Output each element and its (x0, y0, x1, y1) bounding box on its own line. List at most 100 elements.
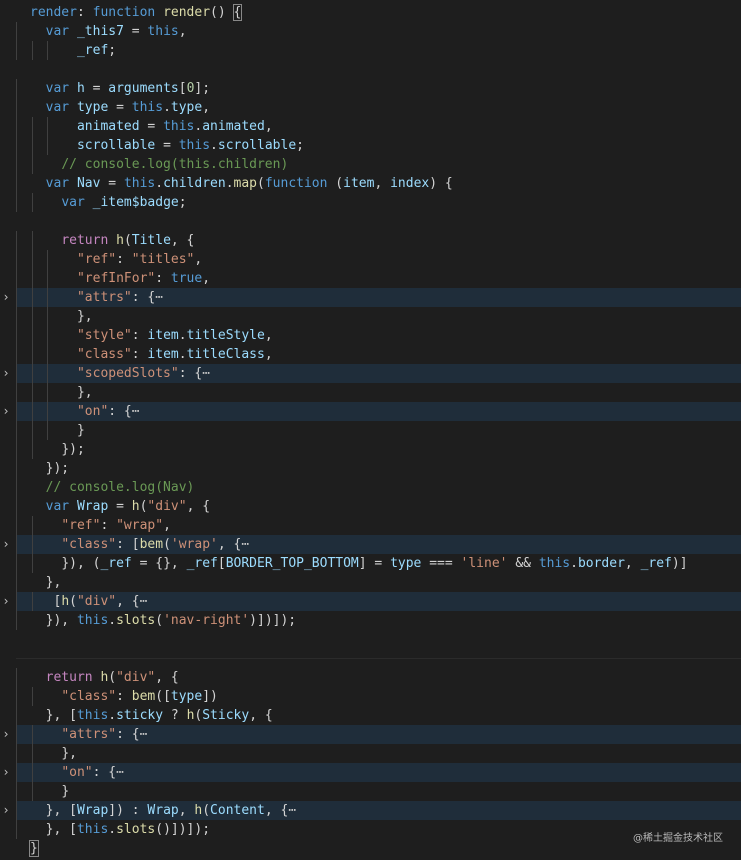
code-token: ) { (429, 176, 453, 191)
folded-code-line[interactable]: › [h("div", {⋯ (0, 592, 741, 611)
chevron-right-icon[interactable]: › (0, 725, 12, 744)
code-text: } (30, 782, 69, 801)
folded-ellipsis[interactable]: ⋯ (241, 537, 249, 552)
code-token: ]; (194, 81, 211, 96)
indent-guide (16, 820, 17, 839)
folded-code-line[interactable]: › "attrs": {⋯ (0, 725, 741, 744)
folded-code-line[interactable]: › "on": {⋯ (0, 402, 741, 421)
code-token: , { (155, 670, 179, 685)
code-line[interactable]: "refInFor": true, (0, 269, 741, 288)
code-line[interactable]: var _item$badge; (0, 193, 741, 212)
code-token: . (178, 347, 187, 362)
code-line[interactable]: "style": item.titleStyle, (0, 326, 741, 345)
code-line[interactable]: return h(Title, { (0, 231, 741, 250)
code-line[interactable]: } (0, 839, 741, 858)
code-line[interactable]: }, [this.slots()])]); (0, 820, 741, 839)
code-line[interactable]: }, (0, 573, 741, 592)
folded-code-line[interactable]: › "attrs": {⋯ (0, 288, 741, 307)
code-line[interactable]: }), (_ref = {}, _ref[BORDER_TOP_BOTTOM] … (0, 554, 741, 573)
code-line[interactable] (0, 60, 741, 79)
code-line[interactable]: }, (0, 307, 741, 326)
chevron-right-icon[interactable]: › (0, 592, 12, 611)
code-line[interactable]: var Wrap = h("div", { (0, 497, 741, 516)
folded-code-line[interactable]: › "class": [bem('wrap', {⋯ (0, 535, 741, 554)
chevron-right-icon[interactable]: › (0, 288, 12, 307)
folded-ellipsis[interactable]: ⋯ (116, 765, 124, 780)
code-line[interactable]: animated = this.animated, (0, 117, 741, 136)
chevron-right-icon[interactable]: › (0, 364, 12, 383)
code-line[interactable]: _ref; (0, 41, 741, 60)
code-text: _ref; (30, 41, 116, 60)
folded-ellipsis[interactable]: ⋯ (140, 727, 148, 742)
code-line[interactable] (0, 212, 741, 231)
folded-code-line[interactable]: › "scopedSlots": {⋯ (0, 364, 741, 383)
code-line[interactable]: scrollable = this.scrollable; (0, 136, 741, 155)
code-line[interactable]: render: function render() { (0, 3, 741, 22)
folded-code-line[interactable]: › }, [Wrap]) : Wrap, h(Content, {⋯ (0, 801, 741, 820)
code-token: this (131, 100, 164, 115)
indent-guide (16, 725, 17, 744)
code-line[interactable]: return h("div", { (0, 668, 741, 687)
code-line[interactable]: "ref": "wrap", (0, 516, 741, 535)
code-text: render: function render() { (30, 3, 243, 22)
code-token: "attrs" (76, 290, 132, 305)
code-line[interactable] (0, 649, 741, 668)
code-text: scrollable = this.scrollable; (30, 136, 304, 155)
code-token: : (131, 347, 148, 362)
code-line[interactable]: "ref": "titles", (0, 250, 741, 269)
code-line[interactable]: }, [this.sticky ? h(Sticky, { (0, 706, 741, 725)
code-token: . (163, 100, 171, 115)
code-token: . (225, 176, 234, 191)
code-line[interactable]: }); (0, 459, 741, 478)
code-line[interactable] (0, 630, 741, 649)
code-text: }, [this.sticky ? h(Sticky, { (30, 706, 273, 725)
code-line[interactable]: "class": bem([type]) (0, 687, 741, 706)
folded-ellipsis[interactable]: ⋯ (140, 594, 148, 609)
code-text: }), (_ref = {}, _ref[BORDER_TOP_BOTTOM] … (30, 554, 687, 573)
code-line[interactable]: var type = this.type, (0, 98, 741, 117)
code-line[interactable]: } (0, 421, 741, 440)
code-token: _ref (186, 556, 218, 571)
code-line[interactable]: var _this7 = this, (0, 22, 741, 41)
code-line[interactable]: "class": item.titleClass, (0, 345, 741, 364)
code-line[interactable]: var Nav = this.children.map(function (it… (0, 174, 741, 193)
folded-ellipsis[interactable]: ⋯ (155, 290, 163, 305)
code-line[interactable]: var h = arguments[0]; (0, 79, 741, 98)
code-editor[interactable]: render: function render() { var _this7 =… (0, 0, 741, 860)
code-line[interactable]: }), this.slots('nav-right')])]); (0, 611, 741, 630)
code-token: . (570, 556, 578, 571)
code-token: = (123, 24, 148, 39)
folded-ellipsis[interactable]: ⋯ (288, 803, 296, 818)
code-token: , (163, 518, 171, 533)
folded-ellipsis[interactable]: ⋯ (202, 366, 210, 381)
code-line[interactable]: // console.log(Nav) (0, 478, 741, 497)
code-line[interactable]: // console.log(this.children) (0, 155, 741, 174)
code-line[interactable]: } (0, 782, 741, 801)
code-line[interactable]: }, (0, 383, 741, 402)
chevron-right-icon[interactable]: › (0, 535, 12, 554)
code-line[interactable]: }, (0, 744, 741, 763)
chevron-right-icon[interactable]: › (0, 801, 12, 820)
code-token: }), ( (61, 556, 101, 571)
code-text: "on": {⋯ (30, 402, 140, 421)
chevron-right-icon[interactable]: › (0, 402, 12, 421)
folded-code-line[interactable]: › "on": {⋯ (0, 763, 741, 782)
code-text: "attrs": {⋯ (30, 288, 163, 307)
code-line[interactable]: }); (0, 440, 741, 459)
code-token: Wrap (147, 803, 179, 818)
folded-ellipsis[interactable]: ⋯ (132, 404, 140, 419)
code-token: ; (108, 43, 117, 58)
chevron-right-icon[interactable]: › (0, 763, 12, 782)
indent-guide (16, 611, 17, 630)
code-token: "on" (76, 404, 109, 419)
